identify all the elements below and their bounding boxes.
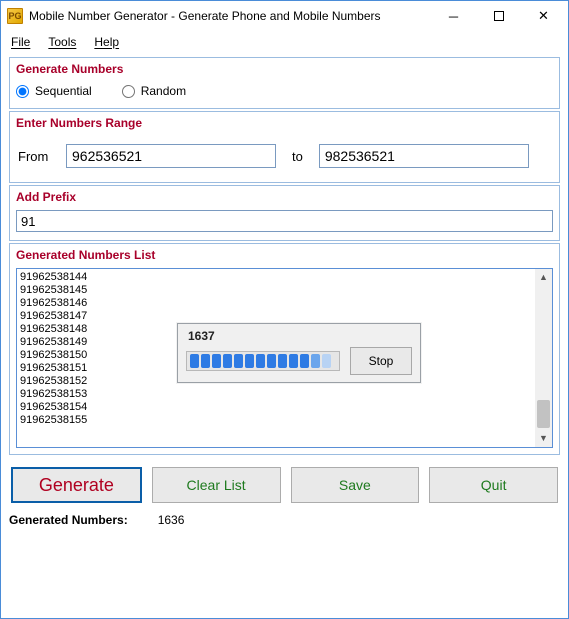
list-item[interactable]: 91962538145 (20, 284, 87, 297)
button-row: Generate Clear List Save Quit (9, 457, 560, 509)
generate-label: Generate (39, 475, 114, 496)
list-item[interactable]: 91962538146 (20, 297, 87, 310)
window-title: Mobile Number Generator - Generate Phone… (29, 9, 381, 23)
list-panel: Generated Numbers List 91962538144919625… (9, 243, 560, 455)
scroll-up-icon[interactable]: ▲ (535, 269, 552, 286)
generate-numbers-title: Generate Numbers (16, 62, 553, 76)
save-label: Save (339, 477, 371, 493)
progress-count: 1637 (188, 330, 412, 343)
scroll-thumb[interactable] (537, 400, 550, 428)
list-item[interactable]: 91962538152 (20, 375, 87, 388)
status-value: 1636 (158, 513, 185, 527)
minimize-icon: ─ (449, 9, 458, 24)
list-item[interactable]: 91962538154 (20, 401, 87, 414)
close-button[interactable]: ✕ (521, 2, 566, 30)
scroll-track[interactable] (535, 286, 552, 430)
generated-list[interactable]: 9196253814491962538145919625381469196253… (16, 268, 553, 448)
menu-tools[interactable]: Tools (48, 35, 76, 49)
to-label: to (292, 149, 303, 164)
status-label: Generated Numbers: (9, 513, 128, 527)
menubar: File Tools Help (1, 31, 568, 53)
range-panel: Enter Numbers Range From to (9, 111, 560, 183)
list-title: Generated Numbers List (16, 248, 553, 262)
sequential-text: Sequential (35, 84, 92, 98)
sequential-radio-label[interactable]: Sequential (16, 84, 92, 98)
list-item[interactable]: 91962538144 (20, 271, 87, 284)
maximize-icon (494, 11, 504, 21)
close-icon: ✕ (538, 8, 549, 24)
to-input[interactable] (319, 144, 529, 168)
list-item[interactable]: 91962538149 (20, 336, 87, 349)
progress-dialog: 1637 Stop (177, 323, 421, 383)
scrollbar[interactable]: ▲ ▼ (535, 269, 552, 447)
prefix-title: Add Prefix (16, 190, 553, 204)
quit-button[interactable]: Quit (429, 467, 558, 503)
quit-label: Quit (481, 477, 507, 493)
random-radio[interactable] (122, 85, 135, 98)
from-input[interactable] (66, 144, 276, 168)
clear-label: Clear List (187, 477, 246, 493)
stop-button[interactable]: Stop (350, 347, 412, 375)
generate-button[interactable]: Generate (11, 467, 142, 503)
list-item[interactable]: 91962538147 (20, 310, 87, 323)
progress-bar (186, 351, 340, 371)
list-item[interactable]: 91962538151 (20, 362, 87, 375)
list-item[interactable]: 91962538155 (20, 414, 87, 427)
random-text: Random (141, 84, 186, 98)
maximize-button[interactable] (476, 2, 521, 30)
statusbar: Generated Numbers: 1636 (1, 509, 568, 533)
menu-file[interactable]: File (11, 35, 30, 49)
list-entries: 9196253814491962538145919625381469196253… (20, 271, 87, 427)
minimize-button[interactable]: ─ (431, 2, 476, 30)
stop-label: Stop (369, 355, 394, 368)
generate-numbers-panel: Generate Numbers Sequential Random (9, 57, 560, 109)
list-item[interactable]: 91962538153 (20, 388, 87, 401)
save-button[interactable]: Save (291, 467, 420, 503)
sequential-radio[interactable] (16, 85, 29, 98)
random-radio-label[interactable]: Random (122, 84, 186, 98)
from-label: From (18, 149, 58, 164)
menu-help[interactable]: Help (94, 35, 119, 49)
list-item[interactable]: 91962538150 (20, 349, 87, 362)
range-title: Enter Numbers Range (16, 116, 553, 130)
app-window: PG Mobile Number Generator - Generate Ph… (0, 0, 569, 619)
list-item[interactable]: 91962538148 (20, 323, 87, 336)
titlebar: PG Mobile Number Generator - Generate Ph… (1, 1, 568, 31)
prefix-panel: Add Prefix (9, 185, 560, 241)
prefix-input[interactable] (16, 210, 553, 232)
app-icon: PG (7, 8, 23, 24)
scroll-down-icon[interactable]: ▼ (535, 430, 552, 447)
clear-list-button[interactable]: Clear List (152, 467, 281, 503)
